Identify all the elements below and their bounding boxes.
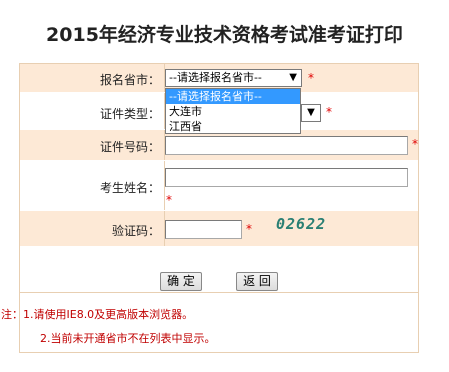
captcha-image[interactable]: 02622	[276, 215, 346, 239]
province-dropdown: --请选择报名省市-- 大连市 江西省	[165, 88, 301, 134]
row-buttons: 确 定 返 回	[20, 247, 418, 293]
row-name: 考生姓名： *	[20, 161, 418, 211]
id-number-label: 证件号码：	[99, 140, 160, 154]
captcha-input[interactable]	[165, 220, 242, 239]
province-option[interactable]: --请选择报名省市--	[166, 89, 300, 104]
page-title: 2015年经济专业技术资格考试准考证打印	[46, 24, 403, 46]
name-label: 考生姓名：	[99, 181, 160, 195]
chevron-down-icon: ▼	[289, 72, 297, 83]
required-mark: *	[412, 137, 418, 151]
id-type-label: 证件类型：	[99, 107, 160, 121]
id-number-input[interactable]	[165, 136, 408, 155]
captcha-label: 验证码：	[111, 224, 160, 238]
id-type-select[interactable]: ▼	[301, 104, 321, 122]
province-select-value: --请选择报名省市--	[169, 71, 262, 84]
print-form: 报名省市： --请选择报名省市-- ▼ * 证件类型： ▼ * --请选择报名省…	[1, 63, 419, 353]
row-id-number: 证件号码： *	[20, 130, 418, 161]
name-input[interactable]	[165, 168, 408, 187]
required-mark: *	[326, 105, 332, 119]
row-captcha: 验证码： * 02622	[20, 211, 418, 247]
province-select[interactable]: --请选择报名省市-- ▼	[165, 69, 302, 87]
required-mark: *	[246, 222, 252, 236]
confirm-button[interactable]: 确 定	[160, 272, 202, 291]
required-mark: *	[308, 71, 314, 85]
province-label: 报名省市：	[99, 73, 160, 87]
province-option[interactable]: 江西省	[166, 119, 300, 134]
required-mark: *	[166, 193, 172, 207]
province-option[interactable]: 大连市	[166, 104, 300, 119]
back-button[interactable]: 返 回	[236, 272, 278, 291]
note-line-2: 2.当前未开通省市不在列表中显示。	[40, 332, 216, 345]
note-line-1: 注：1.请使用IE8.0及更高版本浏览器。	[1, 308, 194, 321]
